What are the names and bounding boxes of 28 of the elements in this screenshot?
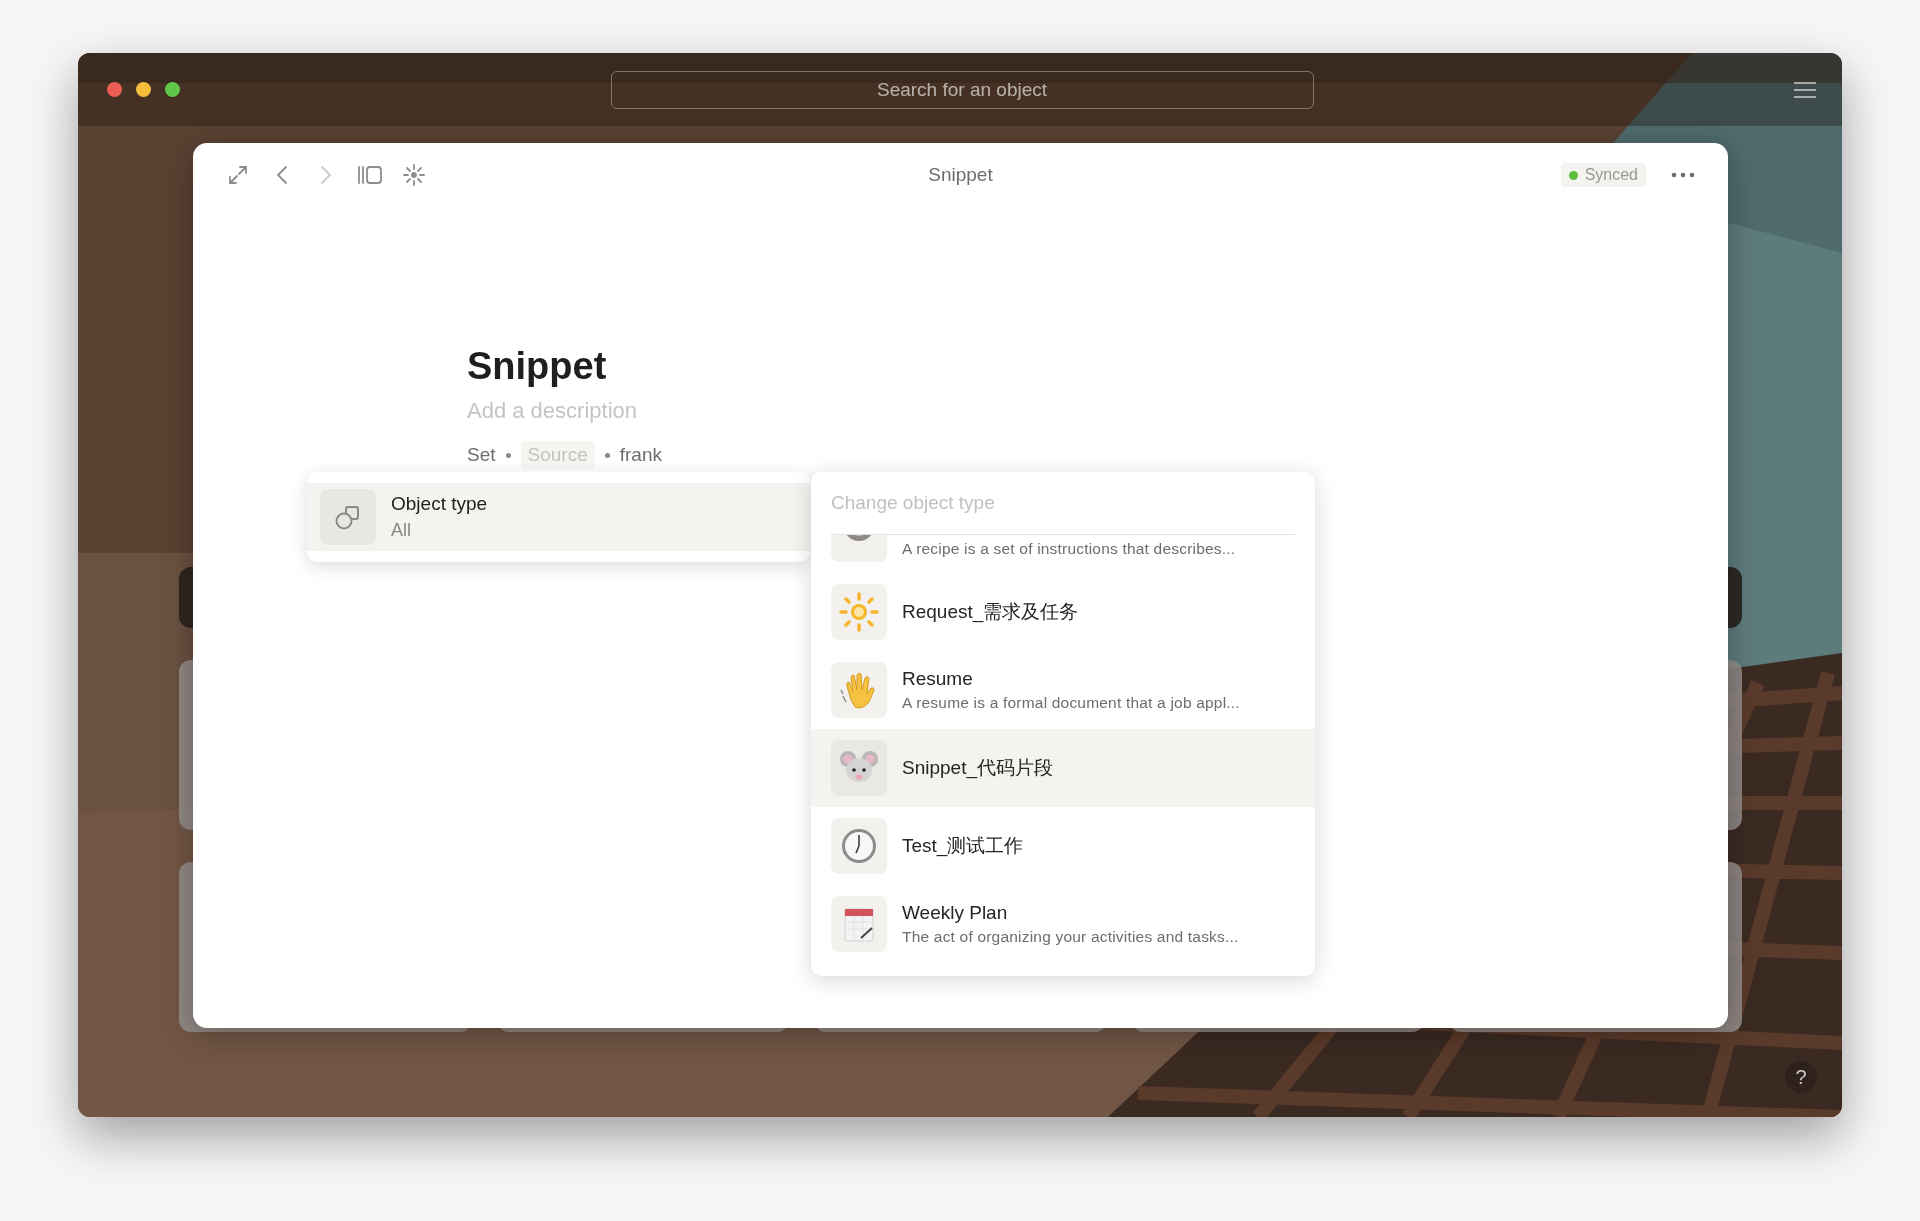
type-option[interactable]: Snippet_代码片段 — [811, 729, 1315, 807]
type-name: Test_测试工作 — [902, 834, 1024, 859]
relation-value[interactable]: Set — [467, 444, 496, 466]
type-option[interactable]: Weekly Plan The act of organizing your activities and tasks... — [811, 885, 1315, 963]
menu-item-value: All — [391, 520, 412, 541]
clock-icon — [839, 826, 879, 866]
menu-item[interactable]: Object type All — [307, 483, 810, 551]
type-name: Snippet_代码片段 — [902, 756, 1053, 781]
type-option[interactable]: Resume A resume is a formal document that a job appl... — [811, 651, 1315, 729]
type-description: A recipe is a set of instructions that describes... — [902, 540, 1236, 558]
relation-value[interactable]: frank — [619, 444, 662, 466]
type-option[interactable]: A recipe is a set of instructions that describes... — [811, 535, 1315, 573]
menu-item-label: Object type — [391, 493, 488, 515]
menu-icon — [1793, 79, 1817, 100]
sync-status-text: Synced — [1584, 166, 1638, 184]
type-name: Weekly Plan — [902, 902, 1009, 924]
type-description: The act of organizing your activities and tasks... — [902, 928, 1239, 946]
type-option[interactable]: Test_测试工作 — [811, 807, 1315, 885]
window-title: Snippet — [928, 164, 993, 186]
sun-icon — [839, 592, 879, 632]
help-button[interactable]: ? — [1785, 1061, 1817, 1093]
status-dot-icon — [1568, 170, 1578, 180]
object-title: Snippet — [467, 344, 608, 389]
type-option[interactable]: Request_需求及任务 — [811, 573, 1315, 651]
type-name: Resume — [902, 668, 974, 690]
type-description: A resume is a formal document that a job appl... — [902, 694, 1240, 712]
type-search-field[interactable]: Change object type — [831, 492, 1295, 514]
type-name: Request_需求及任务 — [902, 600, 1079, 625]
